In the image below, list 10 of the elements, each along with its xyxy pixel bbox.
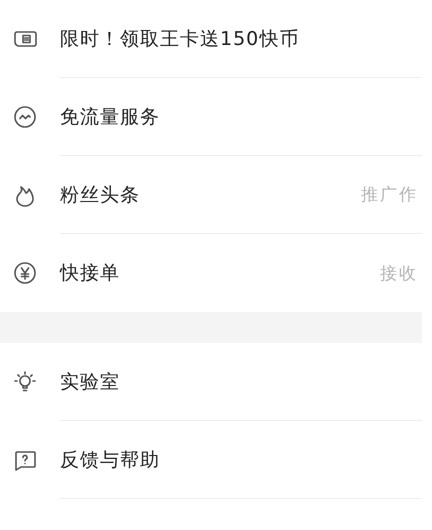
menu-item-label[interactable]: 反馈与帮助: [60, 446, 160, 472]
menu-item-hint: 推广作: [361, 184, 418, 206]
wave-circle-icon: [12, 104, 38, 130]
menu-item-label[interactable]: 限时！领取王卡送150快币: [60, 26, 300, 52]
yuan-circle-icon: [12, 260, 38, 286]
menu-item-label[interactable]: 免流量服务: [60, 104, 160, 130]
menu-item-label[interactable]: 快接单: [60, 260, 120, 286]
menu-item-hint: 接收: [380, 262, 418, 284]
menu-item-label[interactable]: 粉丝头条: [60, 182, 140, 208]
menu-item-label[interactable]: 实验室: [60, 368, 120, 394]
